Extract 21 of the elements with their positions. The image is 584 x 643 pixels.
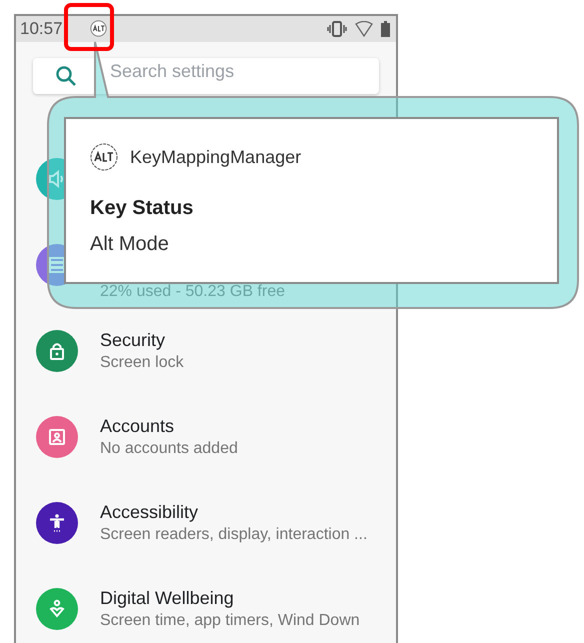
notification-text: Alt Mode <box>90 232 170 257</box>
item-title: Accessibility <box>100 501 200 524</box>
item-subtitle: Screen readers, display, interaction ... <box>100 525 368 545</box>
item-title: Accounts <box>100 415 176 438</box>
item-subtitle: Screen time, app timers, Wind Down <box>100 611 360 631</box>
item-title: Digital Wellbeing <box>100 587 235 610</box>
highlight-frame <box>64 3 114 51</box>
alt-key-icon <box>90 143 118 171</box>
notification-card[interactable]: KeyMappingManager Key Status Alt Mode <box>64 117 559 284</box>
wifi-icon <box>355 20 373 37</box>
item-subtitle: No accounts added <box>100 439 238 459</box>
vibrate-icon <box>327 20 347 37</box>
item-title: Security <box>100 329 166 352</box>
notification-title: Key Status <box>90 196 194 221</box>
item-subtitle: Screen lock <box>100 353 184 373</box>
item-subtitle: 22% used - 50.23 GB free <box>100 282 285 302</box>
app-name: KeyMappingManager <box>130 146 302 169</box>
search-icon <box>55 64 77 87</box>
status-time: 10:57 <box>20 18 63 40</box>
battery-icon <box>381 20 390 37</box>
alt-key-icon <box>90 20 107 38</box>
